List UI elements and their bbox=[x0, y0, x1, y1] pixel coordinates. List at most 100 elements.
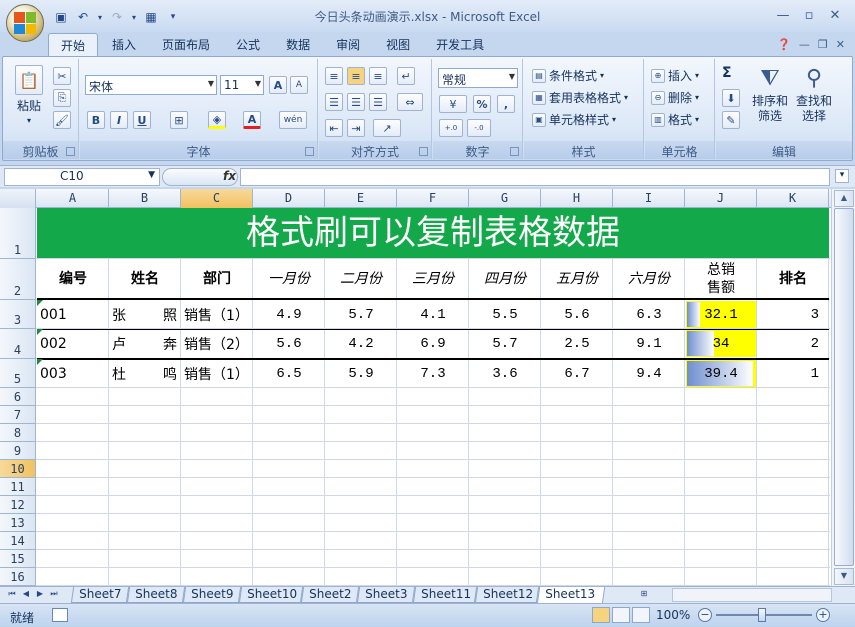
phonetic-guide-icon[interactable]: wén bbox=[279, 111, 307, 129]
fill-icon[interactable]: ⬇ bbox=[722, 89, 740, 107]
row-header[interactable]: 10 bbox=[0, 460, 36, 478]
number-format-select[interactable]: 常规 ▼ bbox=[438, 68, 518, 88]
zoom-out-icon[interactable]: − bbox=[698, 608, 712, 622]
cell-rank[interactable]: 2 bbox=[757, 329, 829, 358]
doc-close-icon[interactable]: ✕ bbox=[836, 38, 845, 51]
cell-month-value[interactable]: 4.2 bbox=[325, 329, 397, 358]
column-header[interactable]: K bbox=[757, 189, 829, 208]
cell-name[interactable]: 杜鸣 bbox=[109, 359, 181, 388]
row-header[interactable]: 6 bbox=[0, 388, 36, 406]
cell-month-value[interactable]: 7.3 bbox=[397, 359, 469, 388]
border-icon[interactable]: ⊞ bbox=[170, 111, 188, 129]
comma-button[interactable]: , bbox=[497, 95, 515, 113]
wrap-text-icon[interactable]: ↵ bbox=[397, 67, 415, 85]
header-rank[interactable]: 排名 bbox=[757, 259, 829, 299]
currency-icon[interactable]: ¥ bbox=[439, 95, 467, 113]
maximize-icon[interactable]: ▫ bbox=[797, 6, 821, 24]
sort-filter-button[interactable]: ⧨ 排序和 筛选 bbox=[752, 65, 788, 125]
tab-formulas[interactable]: 公式 bbox=[224, 33, 272, 57]
error-indicator-icon[interactable] bbox=[37, 300, 43, 306]
customize-qat-icon[interactable]: ▾ bbox=[164, 9, 182, 25]
cell-month-value[interactable]: 5.6 bbox=[541, 300, 613, 329]
last-sheet-icon[interactable]: ⏭ bbox=[48, 589, 60, 601]
row-header[interactable]: 13 bbox=[0, 514, 36, 532]
cell-dept[interactable]: 销售（2） bbox=[181, 329, 253, 358]
clipboard-launcher-icon[interactable] bbox=[66, 147, 75, 156]
decrease-decimal-icon[interactable]: -.0 bbox=[467, 119, 491, 137]
insert-function-icon[interactable]: fx bbox=[223, 169, 236, 183]
column-header[interactable]: F bbox=[397, 189, 469, 208]
save-icon[interactable]: ▣ bbox=[52, 9, 70, 25]
sheet-tab[interactable]: Sheet3 bbox=[356, 587, 416, 603]
delete-cells-button[interactable]: ⊖ 删除 ▾ bbox=[651, 89, 699, 106]
first-sheet-icon[interactable]: ⏮ bbox=[6, 589, 18, 601]
sheet-banner-title[interactable]: 格式刷可以复制表格数据 bbox=[37, 208, 829, 258]
find-select-button[interactable]: ⚲ 查找和 选择 bbox=[796, 65, 832, 125]
row-header[interactable]: 15 bbox=[0, 550, 36, 568]
scroll-down-icon[interactable]: ▼ bbox=[834, 568, 854, 585]
cell-month-value[interactable]: 9.1 bbox=[613, 329, 685, 358]
format-cells-button[interactable]: ▥ 格式 ▾ bbox=[651, 111, 699, 128]
autosum-button[interactable]: Σ bbox=[722, 65, 732, 81]
cell-month-value[interactable]: 6.5 bbox=[253, 359, 325, 388]
cut-icon[interactable]: ✂ bbox=[53, 67, 71, 85]
tab-insert[interactable]: 插入 bbox=[100, 33, 148, 57]
align-center-icon[interactable]: ☰ bbox=[347, 93, 365, 111]
cell-month-value[interactable]: 5.6 bbox=[253, 329, 325, 358]
row-header[interactable]: 5 bbox=[0, 359, 36, 388]
align-right-icon[interactable]: ☰ bbox=[369, 93, 387, 111]
sheet-tab[interactable]: Sheet13 bbox=[536, 587, 606, 604]
row-header[interactable]: 16 bbox=[0, 568, 36, 586]
redo-icon[interactable]: ↷ bbox=[108, 9, 126, 25]
alignment-launcher-icon[interactable] bbox=[419, 147, 428, 156]
align-bottom-icon[interactable]: ≡ bbox=[369, 67, 387, 85]
column-header[interactable]: D bbox=[253, 189, 325, 208]
grow-font-icon[interactable]: A bbox=[269, 76, 287, 94]
cell-total[interactable]: 39.4 bbox=[685, 359, 757, 388]
font-launcher-icon[interactable] bbox=[305, 147, 314, 156]
cell-month-value[interactable]: 5.7 bbox=[469, 329, 541, 358]
row-header[interactable]: 9 bbox=[0, 442, 36, 460]
italic-button[interactable]: I bbox=[110, 111, 128, 129]
cell-dept[interactable]: 销售（1） bbox=[181, 359, 253, 388]
font-color-icon[interactable]: A bbox=[243, 111, 261, 129]
header-dept[interactable]: 部门 bbox=[181, 259, 253, 299]
prev-sheet-icon[interactable]: ◀ bbox=[20, 589, 32, 601]
header-month-6[interactable]: 六月份 bbox=[613, 259, 685, 299]
row-header[interactable]: 12 bbox=[0, 496, 36, 514]
column-header[interactable]: G bbox=[469, 189, 541, 208]
align-top-icon[interactable]: ≡ bbox=[325, 67, 343, 85]
doc-restore-icon[interactable]: ❐ bbox=[818, 38, 828, 51]
cell-month-value[interactable]: 5.9 bbox=[325, 359, 397, 388]
format-painter-icon[interactable]: 🖌 bbox=[53, 111, 71, 129]
row-header[interactable]: 1 bbox=[0, 208, 36, 259]
shrink-font-icon[interactable]: A bbox=[290, 76, 308, 94]
sheet-tab[interactable]: Sheet12 bbox=[474, 587, 540, 603]
header-name[interactable]: 姓名 bbox=[109, 259, 181, 299]
sheet-tab[interactable]: Sheet8 bbox=[126, 587, 186, 603]
percent-button[interactable]: % bbox=[473, 95, 491, 113]
cell-month-value[interactable]: 6.7 bbox=[541, 359, 613, 388]
bold-button[interactable]: B bbox=[87, 111, 105, 129]
decrease-indent-icon[interactable]: ⇤ bbox=[325, 119, 343, 137]
cell-month-value[interactable]: 6.9 bbox=[397, 329, 469, 358]
help-icon[interactable]: ❓ bbox=[777, 38, 791, 51]
cell-month-value[interactable]: 5.7 bbox=[325, 300, 397, 329]
cell-id[interactable]: 003 bbox=[37, 359, 109, 388]
next-sheet-icon[interactable]: ▶ bbox=[34, 589, 46, 601]
number-launcher-icon[interactable] bbox=[510, 147, 519, 156]
merge-center-icon[interactable]: ⇔ bbox=[397, 93, 423, 111]
office-button[interactable] bbox=[6, 4, 44, 42]
close-icon[interactable]: ✕ bbox=[823, 6, 847, 24]
align-left-icon[interactable]: ☰ bbox=[325, 93, 343, 111]
column-header[interactable]: H bbox=[541, 189, 613, 208]
row-header[interactable]: 3 bbox=[0, 300, 36, 329]
cell-month-value[interactable]: 4.1 bbox=[397, 300, 469, 329]
scroll-thumb[interactable] bbox=[834, 208, 854, 566]
tab-review[interactable]: 审阅 bbox=[324, 33, 372, 57]
conditional-format-button[interactable]: ▤ 条件格式 ▾ bbox=[532, 67, 604, 84]
cell-rank[interactable]: 1 bbox=[757, 359, 829, 388]
undo-icon[interactable]: ↶ bbox=[74, 9, 92, 25]
formula-input[interactable] bbox=[240, 168, 830, 186]
cell-dept[interactable]: 销售（1） bbox=[181, 300, 253, 329]
